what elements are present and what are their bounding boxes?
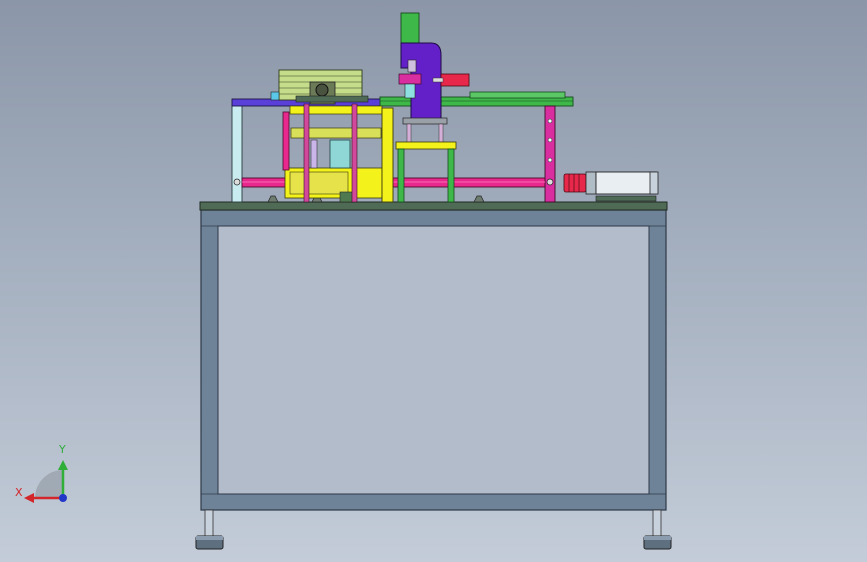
orientation-triad [24,460,68,503]
x-axis-label: X [15,486,23,499]
y-axis-label: Y [59,443,66,456]
cad-viewport[interactable]: Y X [0,0,867,562]
z-axis-icon [59,494,67,502]
triad-plane-icon [35,470,63,498]
